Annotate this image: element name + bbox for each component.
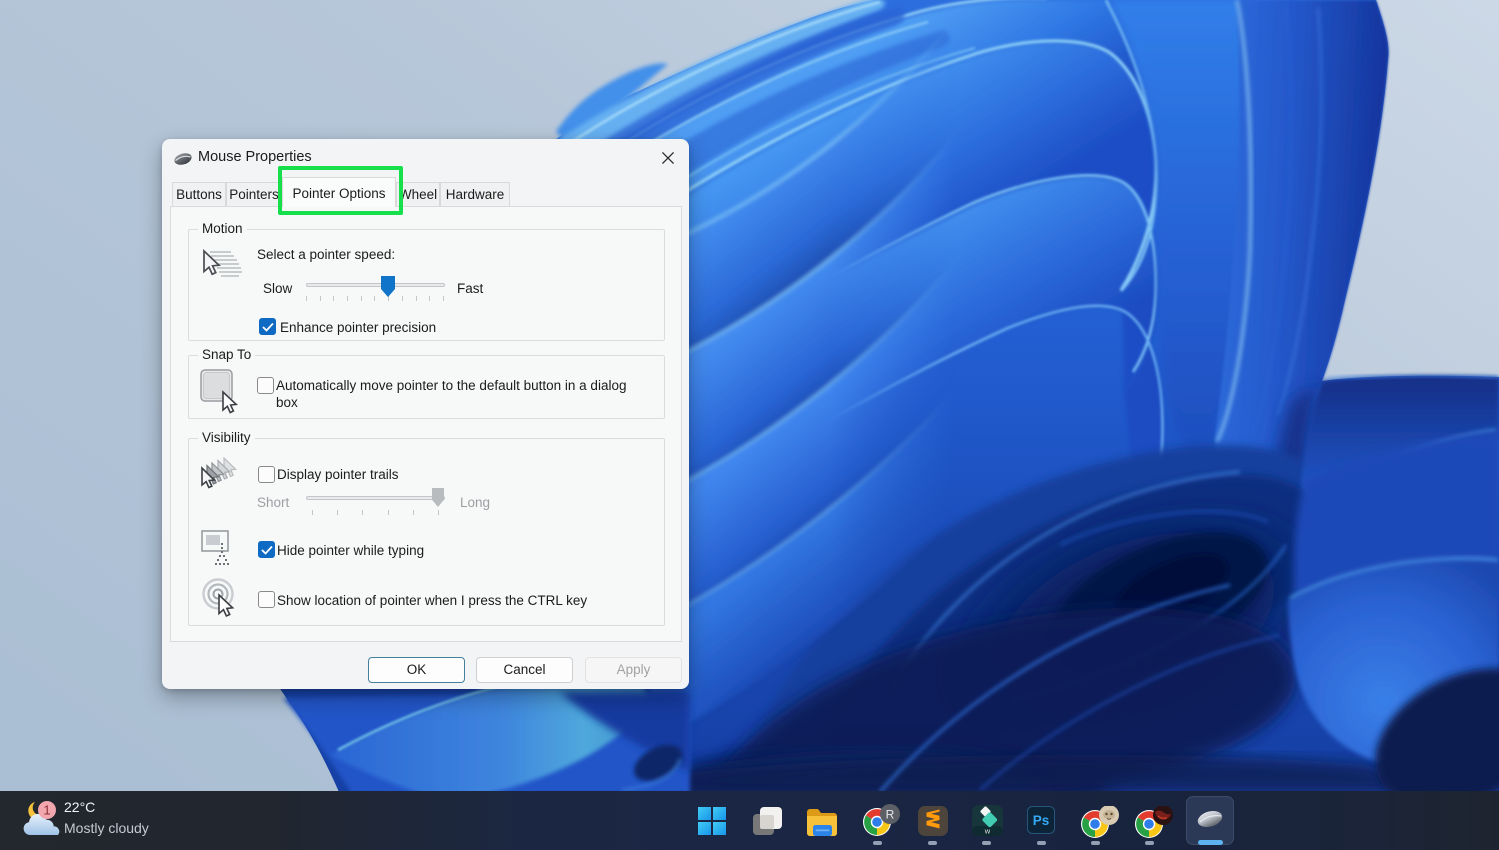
svg-text:R: R: [886, 808, 895, 822]
svg-text:1: 1: [43, 803, 50, 818]
svg-text:w: w: [984, 827, 991, 836]
svg-text:Ps: Ps: [1033, 813, 1050, 828]
